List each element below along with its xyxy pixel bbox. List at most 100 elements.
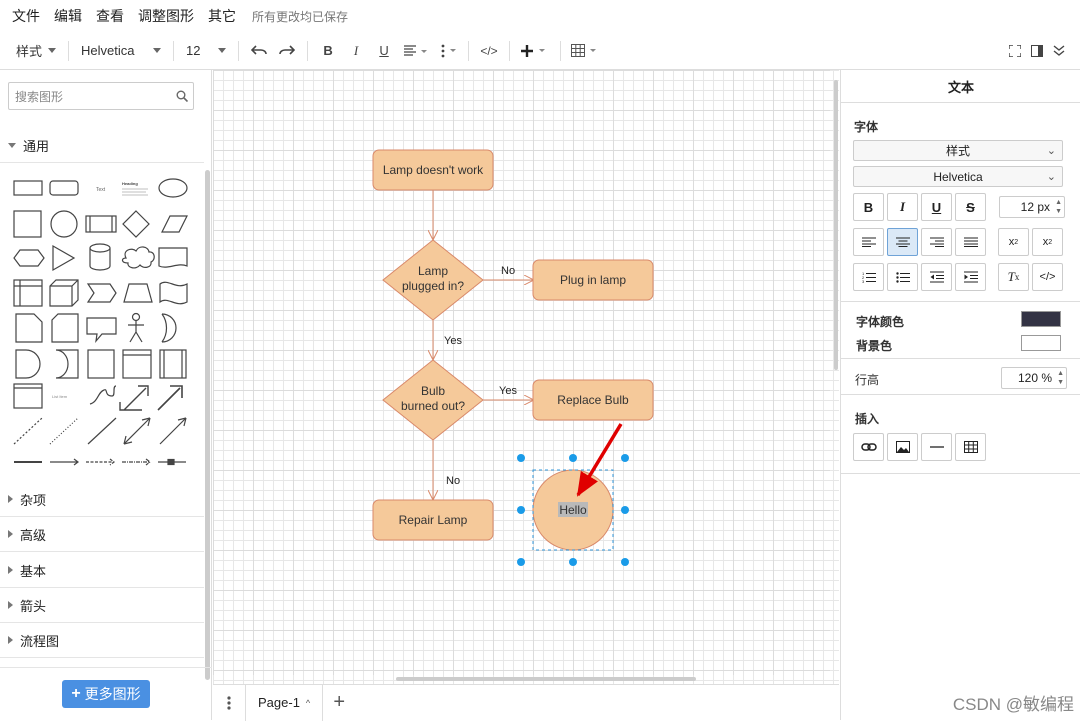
insert-table-button[interactable] [955, 433, 986, 461]
node-label: Bulb [421, 384, 445, 398]
edge-label-yes[interactable]: Yes [499, 385, 517, 397]
menu-edit[interactable]: 编辑 [54, 6, 82, 26]
clear-format-button[interactable]: Tx [998, 263, 1029, 291]
node-bulb-burned-out[interactable]: Bulb burned out? [382, 359, 484, 441]
resize-handle[interactable] [569, 454, 577, 462]
insert-link-button[interactable] [853, 433, 884, 461]
resize-handle[interactable] [569, 558, 577, 566]
subscript-button[interactable]: x2 [998, 228, 1029, 256]
edge-label-no[interactable]: No [501, 265, 515, 277]
edge-label-no[interactable]: No [446, 475, 460, 487]
more-shapes-button[interactable]: + 更多图形 [62, 680, 150, 708]
chevron-up-icon[interactable]: ^ [306, 698, 310, 708]
underline-button[interactable]: U [921, 193, 952, 221]
menu-arrange[interactable]: 调整图形 [138, 6, 194, 26]
section-arrows[interactable]: 箭头 [0, 588, 204, 623]
line-height-input[interactable]: 120 % ▲ ▼ [1001, 367, 1067, 389]
chevron-right-icon [8, 566, 13, 574]
more-vertical-icon[interactable] [434, 37, 462, 65]
table-icon[interactable] [567, 37, 603, 65]
insert-image-button[interactable] [887, 433, 918, 461]
menu-file[interactable]: 文件 [12, 6, 40, 26]
font-size-select[interactable]: 12 [180, 37, 232, 65]
insert-plus-icon[interactable] [516, 37, 554, 65]
align-right-button[interactable] [921, 228, 952, 256]
strikethrough-button[interactable]: S [955, 193, 986, 221]
section-basic[interactable]: 基本 [0, 553, 204, 588]
font-style-select[interactable]: 样式 ⌄ [853, 140, 1063, 161]
html-code-icon[interactable]: </> [475, 37, 503, 65]
shapes-sidebar: 搜索图形 通用 Text Heading List Item 杂项 高级 基本 … [0, 70, 212, 720]
italic-button[interactable]: I [887, 193, 918, 221]
menu-view[interactable]: 查看 [96, 6, 124, 26]
unordered-list-button[interactable] [887, 263, 918, 291]
fullscreen-icon[interactable] [1004, 37, 1026, 65]
menu-extras[interactable]: 其它 [208, 6, 236, 26]
node-hello-selected[interactable]: Hello [532, 469, 614, 551]
resize-handle[interactable] [621, 506, 629, 514]
outdent-button[interactable] [921, 263, 952, 291]
font-size-input[interactable]: 12 px ▲ ▼ [999, 196, 1065, 218]
resize-handle[interactable] [621, 558, 629, 566]
text-thumb: Text [96, 187, 106, 193]
node-plug-in-lamp[interactable]: Plug in lamp [532, 259, 654, 301]
bold-icon[interactable]: B [314, 37, 342, 65]
spinner-icon[interactable]: ▲ ▼ [1055, 198, 1062, 216]
node-label: Lamp [418, 264, 448, 278]
edge-label-yes[interactable]: Yes [444, 335, 462, 347]
section-advanced[interactable]: 高级 [0, 517, 204, 552]
align-icon[interactable] [398, 37, 434, 65]
font-family-dropdown[interactable]: Helvetica ⌄ [853, 166, 1063, 187]
pages-menu-icon[interactable] [213, 695, 245, 710]
collapse-icon[interactable] [1048, 37, 1070, 65]
shape-palette[interactable]: Text Heading List Item [8, 174, 198, 474]
italic-icon[interactable]: I [342, 37, 370, 65]
style-select[interactable]: 样式 [10, 37, 62, 65]
node-replace-bulb[interactable]: Replace Bulb [532, 379, 654, 421]
search-icon[interactable] [171, 90, 193, 102]
canvas-horizontal-scrollbar[interactable] [396, 677, 696, 681]
undo-icon[interactable] [245, 37, 273, 65]
resize-handle[interactable] [517, 558, 525, 566]
section-flowchart[interactable]: 流程图 [0, 623, 204, 658]
node-lamp-doesnt-work[interactable]: Lamp doesn't work [372, 149, 494, 191]
sidebar-scrollbar[interactable] [205, 170, 210, 680]
resize-handle[interactable] [517, 506, 525, 514]
format-panel-title[interactable]: 文本 [841, 70, 1080, 103]
align-center-button[interactable] [887, 228, 918, 256]
superscript-button[interactable]: x2 [1032, 228, 1063, 256]
node-lamp-plugged-in[interactable]: Lamp plugged in? [382, 239, 484, 321]
html-source-button[interactable]: </> [1032, 263, 1063, 291]
bold-button[interactable]: B [853, 193, 884, 221]
font-color-swatch[interactable] [1021, 311, 1061, 327]
canvas-vertical-scrollbar[interactable] [834, 80, 838, 370]
line-height-value: 120 % [1017, 371, 1052, 385]
node-label: Replace Bulb [557, 393, 629, 407]
indent-button[interactable] [955, 263, 986, 291]
bg-color-swatch[interactable] [1021, 335, 1061, 351]
align-left-button[interactable] [853, 228, 884, 256]
resize-handle[interactable] [517, 454, 525, 462]
font-family-select[interactable]: Helvetica [75, 37, 167, 65]
toolbar-divider [68, 40, 70, 61]
resize-handle[interactable] [621, 454, 629, 462]
page-tab[interactable]: Page-1 ^ [245, 684, 324, 721]
add-page-icon[interactable]: + [323, 691, 355, 714]
node-label: Repair Lamp [399, 513, 468, 527]
ordered-list-button[interactable]: 123 [853, 263, 884, 291]
font-size-value: 12 px [1020, 200, 1050, 214]
section-misc[interactable]: 杂项 [0, 482, 204, 517]
redo-icon[interactable] [273, 37, 301, 65]
node-repair-lamp[interactable]: Repair Lamp [372, 499, 494, 541]
node-label: burned out? [401, 399, 465, 413]
spinner-icon[interactable]: ▲ ▼ [1057, 369, 1064, 387]
underline-icon[interactable]: U [370, 37, 398, 65]
format-panel-icon[interactable] [1026, 37, 1048, 65]
diagram[interactable]: No Yes Yes No Lamp doesn't work Lamp plu… [213, 70, 839, 684]
search-input[interactable]: 搜索图形 [8, 82, 194, 110]
diagram-canvas[interactable]: No Yes Yes No Lamp doesn't work Lamp plu… [213, 70, 839, 684]
panel-divider [841, 358, 1080, 359]
insert-horizontal-rule-button[interactable] [921, 433, 952, 461]
section-general[interactable]: 通用 [0, 128, 204, 163]
justify-button[interactable] [955, 228, 986, 256]
